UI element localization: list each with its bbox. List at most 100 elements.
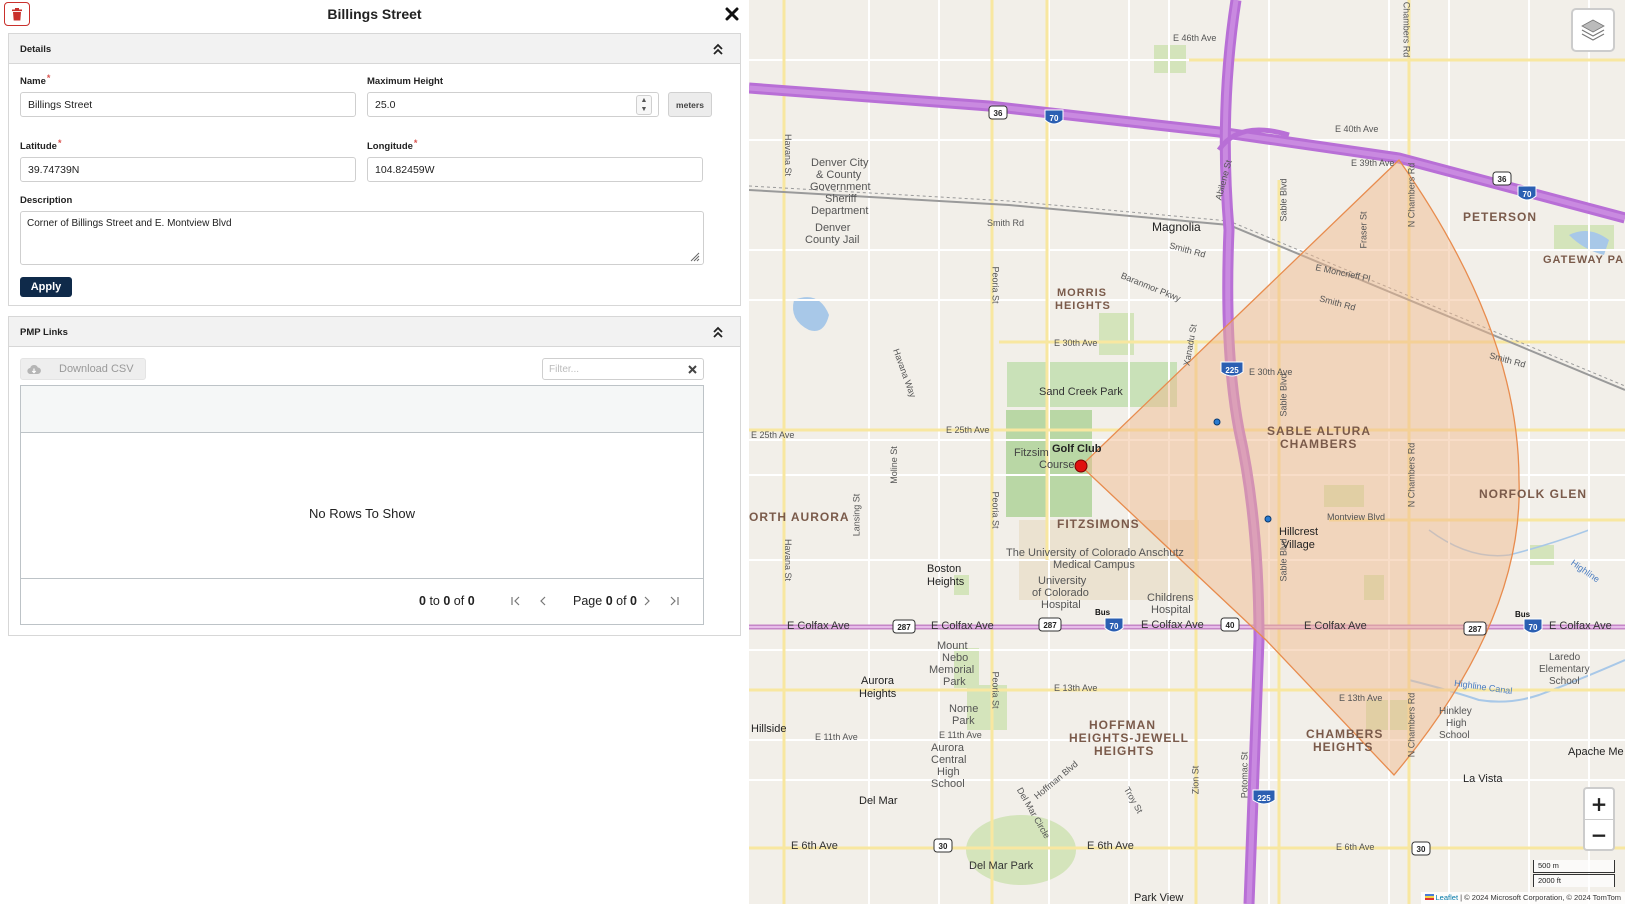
collapse-icon[interactable] [711, 325, 725, 339]
map-label: Fitzsim [1014, 447, 1049, 459]
map-base-layer[interactable]: 70 70 70 70 225 225 36 36 287 287 287 40… [749, 0, 1625, 904]
zoom-in-button[interactable]: + [1585, 789, 1613, 819]
stepper-up-icon[interactable]: ▲ [637, 96, 651, 105]
name-label: Name* [20, 73, 51, 87]
map-label: Havana St [783, 538, 794, 582]
svg-text:40: 40 [1226, 621, 1235, 630]
map-label: Zion St [1190, 765, 1201, 795]
i70-shield-icon: 70 [1044, 109, 1064, 125]
map-label: High [1446, 718, 1467, 729]
apply-button[interactable]: Apply [20, 277, 72, 297]
map-label: Denver City [811, 157, 869, 169]
map-label: Apache Me [1568, 746, 1624, 758]
layers-button[interactable] [1571, 8, 1615, 52]
us30-shield-icon: 30 [933, 838, 953, 853]
max-height-input[interactable] [367, 92, 659, 117]
height-unit-button[interactable]: meters [668, 92, 712, 117]
pmp-links-title: PMP Links [20, 327, 68, 338]
map-label: County Jail [805, 234, 860, 246]
map-label: E 6th Ave [791, 840, 838, 852]
map-label: ORTH AURORA [749, 510, 850, 524]
map-label: Peoria St [990, 671, 1001, 709]
stepper-down-icon[interactable]: ▼ [637, 105, 651, 114]
map-label: Sable Blvd [1278, 538, 1289, 582]
map-label: CHAMBERS [1280, 437, 1358, 451]
details-header[interactable]: Details [9, 34, 740, 64]
leaflet-link[interactable]: Leaflet [1436, 893, 1459, 902]
latitude-input[interactable] [20, 157, 356, 182]
svg-text:287: 287 [897, 623, 911, 632]
map-label: NORFOLK GLEN [1479, 487, 1587, 501]
map-label: Medical Campus [1053, 559, 1135, 571]
map-label: HEIGHTS [1313, 740, 1374, 754]
map-label: of Colorado [1032, 587, 1089, 599]
map-label: Heights [927, 576, 965, 588]
map-label: Hospital [1041, 599, 1081, 611]
map-label: Denver [815, 222, 851, 234]
map-label: Park [943, 676, 966, 688]
map-label: E Colfax Ave [1549, 620, 1612, 632]
longitude-input[interactable] [367, 157, 703, 182]
zoom-out-button[interactable]: − [1585, 819, 1613, 849]
map-label: E Colfax Ave [1141, 619, 1204, 631]
required-marker: * [413, 138, 418, 148]
map-label: Central [931, 754, 967, 766]
map-label: The University of Colorado Anschutz [1006, 547, 1184, 559]
pmp-links-header[interactable]: PMP Links [9, 317, 740, 347]
max-height-stepper[interactable]: ▲ ▼ [636, 95, 652, 115]
map-label: La Vista [1463, 773, 1503, 785]
map-label: Sheriff [825, 193, 857, 205]
map-label: E 6th Ave [1336, 842, 1375, 852]
us36-shield-icon: 36 [1492, 171, 1512, 186]
map-label: Golf Club [1052, 443, 1102, 455]
map-label: E 25th Ave [946, 425, 990, 435]
map-label: E 13th Ave [1054, 683, 1098, 693]
svg-text:30: 30 [939, 842, 948, 851]
clear-filter-icon[interactable] [686, 363, 698, 375]
map-label: GATEWAY PA [1543, 254, 1625, 266]
description-textarea[interactable]: Corner of Billings Street and E. Montvie… [20, 211, 704, 265]
map-label: CHAMBERS [1306, 727, 1384, 741]
map-label: HOFFMAN [1089, 718, 1156, 732]
max-height-label: Maximum Height [367, 76, 444, 87]
map-label: Magnolia [1152, 220, 1201, 234]
map-label: Park [952, 715, 975, 727]
map-label: E 25th Ave [751, 430, 795, 440]
map-label: N Chambers Rd [1406, 442, 1417, 508]
cloud-download-icon [21, 364, 47, 375]
map-view[interactable]: 70 70 70 70 225 225 36 36 287 287 287 40… [749, 0, 1625, 904]
name-input[interactable] [20, 92, 356, 117]
i70-shield-icon: 70 [1517, 185, 1537, 201]
zoom-control: + − [1583, 787, 1615, 851]
map-label: E Colfax Ave [787, 620, 850, 632]
map-label: Smith Rd [987, 218, 1025, 228]
map-label: Course [1039, 459, 1075, 471]
map-label: Hospital [1151, 604, 1191, 616]
map-label: FITZSIMONS [1057, 517, 1140, 531]
map-label: Memorial [929, 664, 975, 676]
us287-shield-icon: 287 [1463, 621, 1487, 636]
no-rows-message: No Rows To Show [309, 506, 415, 521]
map-label: Bus [1095, 608, 1111, 617]
map-label: Hillside [751, 723, 787, 735]
map-label: Peoria St [990, 266, 1001, 304]
svg-text:36: 36 [1498, 175, 1507, 184]
map-label: E 40th Ave [1335, 124, 1379, 134]
map-label: SABLE ALTURA [1267, 424, 1371, 438]
map-label: Elementary [1539, 664, 1590, 675]
next-page-icon[interactable] [640, 594, 654, 608]
first-page-icon[interactable] [509, 594, 523, 608]
download-csv-button[interactable]: Download CSV [20, 358, 146, 380]
map-label: Potomac St [1239, 751, 1250, 799]
collapse-icon[interactable] [711, 42, 725, 56]
close-button[interactable] [721, 3, 743, 25]
row-range: 0 to 0 of 0 [419, 594, 475, 608]
map-label: Nome [949, 703, 979, 715]
filter-input[interactable] [543, 359, 703, 379]
resize-grip-icon[interactable] [688, 250, 700, 262]
last-page-icon[interactable] [667, 594, 681, 608]
map-label: Del Mar Park [969, 860, 1034, 872]
map-label: Government [810, 181, 871, 193]
pmp-links-card: PMP Links Download CSV No Rows To [8, 316, 741, 636]
previous-page-icon[interactable] [536, 594, 550, 608]
